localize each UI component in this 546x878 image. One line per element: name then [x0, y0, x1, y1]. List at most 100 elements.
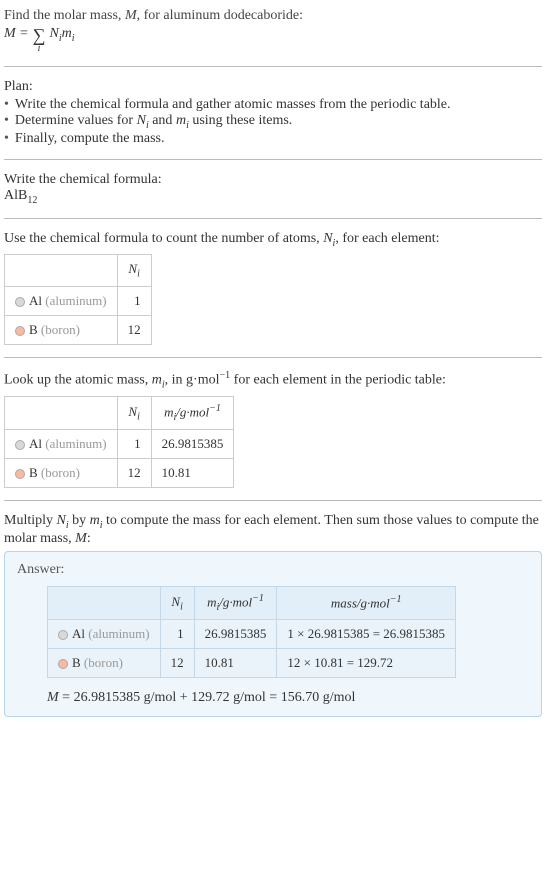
calc-cell: 1 × 26.9815385 = 26.9815385 — [277, 620, 456, 649]
text-fragment: , for each element: — [335, 231, 439, 246]
divider — [4, 159, 542, 160]
step-title: Write the chemical formula: — [4, 172, 542, 188]
text-fragment: , in g·mol — [165, 373, 220, 388]
bullet-icon: • — [4, 131, 9, 147]
var-N: N — [128, 404, 137, 419]
molar-mass-equation: M = ∑ i Nimi — [4, 26, 542, 54]
text-fragment: by — [69, 513, 90, 528]
table-row: B (boron) 12 — [5, 315, 152, 344]
element-color-icon — [15, 440, 25, 450]
element-name: (boron) — [41, 322, 80, 337]
final-equation: M = 26.9815385 g/mol + 129.72 g/mol = 15… — [47, 690, 529, 706]
atom-count-table: Ni Al (aluminum) 1 B (boron) 12 — [4, 254, 152, 345]
count-atoms-section: Use the chemical formula to count the nu… — [4, 227, 542, 349]
element-color-icon — [58, 659, 68, 669]
text-fragment: Look up the atomic mass, — [4, 373, 152, 388]
plan-text-fragment: Determine values for — [15, 113, 137, 128]
var-M: M — [75, 531, 87, 546]
bullet-icon: • — [4, 97, 9, 113]
answer-label: Answer: — [17, 562, 529, 578]
plan-item-text: Finally, compute the mass. — [15, 131, 165, 147]
chemical-formula: AlB12 — [4, 188, 37, 206]
count-cell: 1 — [117, 286, 151, 315]
divider — [4, 218, 542, 219]
table-header-N: Ni — [117, 397, 151, 430]
element-color-icon — [15, 297, 25, 307]
plan-text-fragment: using these items. — [189, 113, 292, 128]
mass-header-text: mass/g·mol — [331, 596, 390, 611]
var-N: N — [49, 26, 58, 41]
var-M: M — [125, 8, 137, 23]
intro-text-post: , for aluminum dodecaboride: — [137, 8, 303, 23]
element-color-icon — [58, 630, 68, 640]
sub-i: i — [180, 601, 183, 612]
table-header-m: mi/g·mol−1 — [151, 397, 234, 430]
element-cell: B (boron) — [5, 315, 118, 344]
sub-i: i — [137, 412, 140, 423]
table-row: Al (aluminum) 1 26.9815385 — [5, 430, 234, 459]
element-symbol: Al — [29, 436, 42, 451]
intro-text-pre: Find the molar mass, — [4, 8, 125, 23]
var-N: N — [323, 231, 332, 246]
count-cell: 12 — [117, 315, 151, 344]
table-row: B (boron) 12 10.81 — [5, 459, 234, 488]
var-m: m — [152, 373, 162, 388]
bullet-icon: • — [4, 113, 9, 131]
plan-item: • Write the chemical formula and gather … — [4, 97, 542, 113]
plan-section: Plan: • Write the chemical formula and g… — [4, 75, 542, 151]
sub-i: i — [137, 269, 140, 280]
calc-cell: 12 × 10.81 = 129.72 — [277, 649, 456, 678]
text-fragment: for each element in the periodic table: — [230, 373, 446, 388]
var-m: m — [164, 405, 173, 420]
eq-rhs: Nimi — [49, 26, 74, 44]
var-M: M — [47, 690, 59, 705]
unit-text: /g·mol — [176, 405, 209, 420]
table-header-N: Ni — [117, 255, 151, 287]
unit-text: /g·mol — [219, 594, 252, 609]
final-eq-text: = 26.9815385 g/mol + 129.72 g/mol = 156.… — [59, 690, 356, 705]
table-row: Al (aluminum) 1 — [5, 286, 152, 315]
plan-text-fragment: and — [149, 113, 176, 128]
var-N: N — [171, 594, 180, 609]
element-symbol: B — [29, 465, 38, 480]
element-symbol: B — [72, 655, 81, 670]
element-name: (boron) — [84, 655, 123, 670]
var-N: N — [57, 513, 66, 528]
var-m: m — [90, 513, 100, 528]
answer-box: Answer: Ni mi/g·mol−1 mass/g·mol−1 Al (a… — [4, 551, 542, 717]
var-m: m — [176, 113, 186, 128]
chemical-formula-section: Write the chemical formula: AlB12 — [4, 168, 542, 210]
table-header-empty — [48, 587, 161, 620]
var-m: m — [207, 594, 216, 609]
plan-item: • Determine values for Ni and mi using t… — [4, 113, 542, 131]
element-cell: B (boron) — [48, 649, 161, 678]
element-name: (aluminum) — [45, 436, 106, 451]
sum-index: i — [38, 44, 41, 54]
step-title: Look up the atomic mass, mi, in g·mol−1 … — [4, 370, 542, 390]
intro-line: Find the molar mass, M, for aluminum dod… — [4, 8, 542, 24]
element-name: (boron) — [41, 465, 80, 480]
table-header-empty — [5, 255, 118, 287]
text-fragment: Use the chemical formula to count the nu… — [4, 231, 323, 246]
element-color-icon — [15, 326, 25, 336]
var-m: m — [62, 26, 72, 41]
mass-cell: 26.9815385 — [194, 620, 277, 649]
count-cell: 1 — [117, 430, 151, 459]
element-name: (aluminum) — [88, 626, 149, 641]
mass-cell: 10.81 — [194, 649, 277, 678]
plan-item: • Finally, compute the mass. — [4, 131, 542, 147]
divider — [4, 357, 542, 358]
element-cell: Al (aluminum) — [5, 430, 118, 459]
sub-i-2: i — [72, 33, 75, 44]
table-header-m: mi/g·mol−1 — [194, 587, 277, 620]
text-fragment: : — [87, 531, 91, 546]
eq-lhs: M = — [4, 26, 29, 42]
superscript: −1 — [390, 594, 402, 605]
answer-content: Ni mi/g·mol−1 mass/g·mol−1 Al (aluminum)… — [17, 586, 529, 706]
var-N: N — [128, 261, 137, 276]
element-name: (aluminum) — [45, 293, 106, 308]
var-N: N — [137, 113, 146, 128]
divider — [4, 500, 542, 501]
table-row: B (boron) 12 10.81 12 × 10.81 = 129.72 — [48, 649, 456, 678]
eq-M: M — [4, 26, 16, 41]
